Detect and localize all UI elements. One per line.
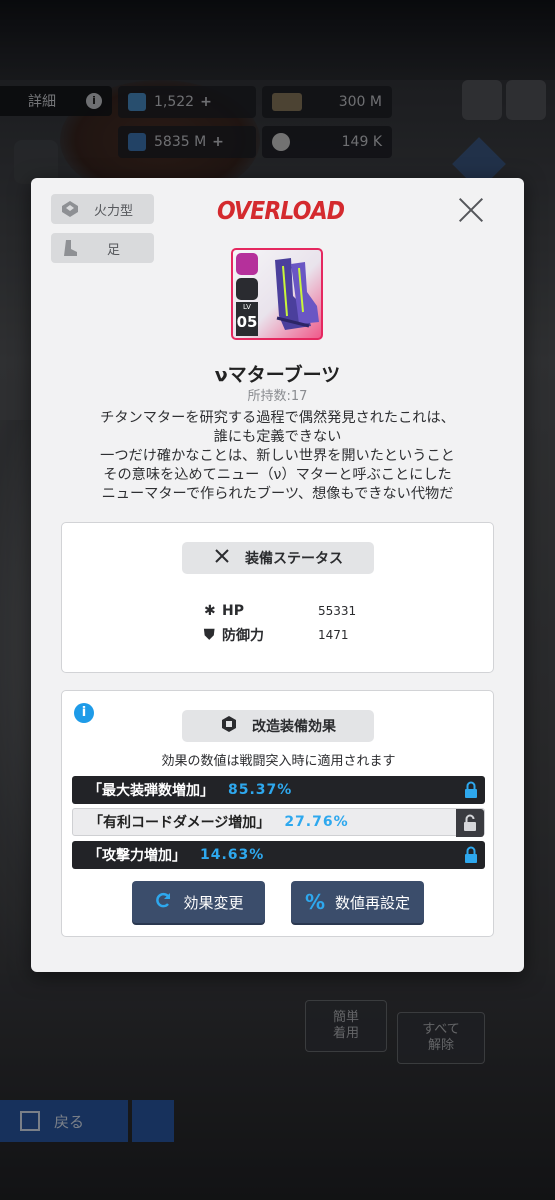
boots-image [275, 258, 319, 330]
type-tag: 火力型 [51, 194, 154, 224]
boots-slot-icon [57, 239, 83, 257]
effect-name: 「有利コードダメージ増加」 [89, 815, 271, 831]
level-value: 05 [236, 313, 258, 331]
stat-label: 防御力 [222, 628, 264, 644]
effects-panel-header: 改造装備効果 [182, 710, 374, 742]
effect-value: 85.37% [228, 782, 293, 798]
info-icon[interactable]: i [74, 703, 94, 723]
item-card: LV 05 [231, 248, 323, 340]
hp-icon: ✱ [204, 603, 216, 619]
lock-icon[interactable] [457, 841, 485, 869]
effect-name: 「最大装弾数増加」 [88, 783, 214, 799]
reset-values-button[interactable]: % 数値再設定 [291, 881, 424, 923]
effect-value: 14.63% [200, 847, 265, 863]
percent-icon: % [304, 890, 326, 914]
effect-row[interactable]: 「攻撃力増加」 14.63% [72, 841, 485, 869]
crossed-swords-icon [213, 547, 231, 569]
unlock-icon[interactable] [456, 809, 484, 837]
item-description: チタンマターを研究する過程で偶然発見されたこれは、 誰にも定義できない 一つだけ… [51, 409, 504, 504]
effect-row[interactable]: 「有利コードダメージ増加」 27.76% [72, 808, 485, 837]
change-effect-label: 効果変更 [183, 893, 244, 912]
modification-effects-panel: i 改造装備効果 効果の数値は戦闘突入時に適用されます 「最大装弾数増加」 85… [61, 690, 494, 937]
stat-value: 55331 [318, 604, 357, 618]
owned-count: 所持数:17 [247, 389, 308, 404]
overload-header: OVERLOAD [217, 196, 345, 225]
refresh-icon [153, 890, 173, 914]
stat-row-hp: ✱ HP 55331 [204, 603, 356, 619]
item-level: LV 05 [236, 302, 258, 336]
equipment-status-panel: 装備ステータス ✱ HP 55331 ⛊ 防御力 1471 [61, 522, 494, 673]
equipment-detail-modal: 火力型 足 OVERLOAD LV 05 νマターブーツ 所持数:17 チタンマ… [31, 178, 524, 972]
slot-tag: 足 [51, 233, 154, 263]
change-effect-button[interactable]: 効果変更 [132, 881, 265, 923]
status-panel-title: 装備ステータス [245, 551, 343, 567]
defense-icon: ⛊ [204, 627, 215, 643]
effects-panel-title: 改造装備効果 [252, 719, 336, 735]
firepower-type-icon [57, 200, 83, 218]
stat-row-defense: ⛊ 防御力 1471 [204, 625, 349, 645]
firepower-badge-icon [236, 278, 258, 300]
description-line: 誰にも定義できない [213, 429, 342, 445]
status-panel-header: 装備ステータス [182, 542, 374, 574]
slot-tag-label: 足 [106, 242, 120, 258]
rarity-badge-icon [236, 253, 258, 275]
level-label: LV [243, 303, 251, 311]
description-line: ニューマターで作られたブーツ、想像もできない代物だ [101, 486, 454, 502]
effect-value: 27.76% [284, 814, 349, 830]
close-icon[interactable] [457, 196, 485, 224]
item-name: νマターブーツ [214, 364, 341, 386]
lock-icon[interactable] [457, 776, 485, 804]
type-tag-label: 火力型 [93, 203, 133, 219]
effect-row[interactable]: 「最大装弾数増加」 85.37% [72, 776, 485, 804]
description-line: その意味を込めてニュー（ν）マターと呼ぶことにした [103, 467, 452, 483]
description-line: チタンマターを研究する過程で偶然発見されたこれは、 [100, 410, 455, 426]
reset-values-label: 数値再設定 [335, 893, 411, 912]
description-line: 一つだけ確かなことは、新しい世界を開いたということ [100, 448, 455, 464]
effects-note: 効果の数値は戦闘突入時に適用されます [161, 754, 396, 769]
effect-name: 「攻撃力増加」 [88, 848, 186, 864]
modification-icon [220, 715, 238, 737]
stat-label: HP [222, 603, 244, 619]
stat-value: 1471 [318, 628, 349, 642]
